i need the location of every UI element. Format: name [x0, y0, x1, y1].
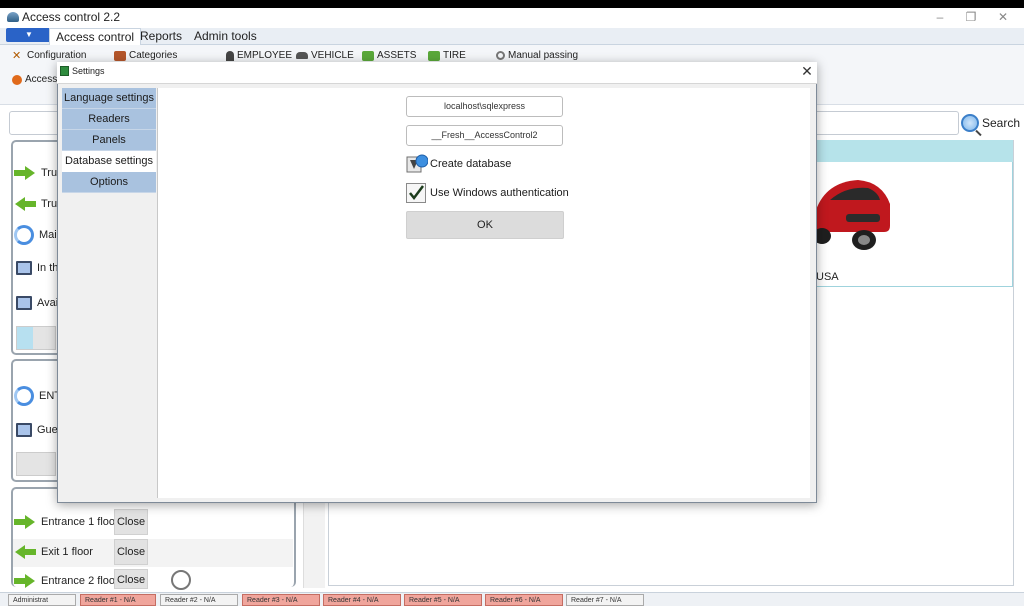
status-chip: Reader #5 - N/A [404, 594, 482, 606]
nav-database-settings[interactable]: Database settings [62, 151, 156, 172]
list-item[interactable]: Entrance 2 floor [14, 574, 119, 588]
search-button[interactable]: Search [961, 111, 1020, 135]
arrow-right-icon [14, 574, 36, 588]
list-item-label: Entrance 1 floor [41, 516, 119, 528]
arrow-right-icon [14, 515, 36, 529]
top-strip [0, 0, 1024, 8]
list-item[interactable]: Entrance 1 floor [14, 515, 119, 529]
assets-label: ASSETS [377, 50, 417, 61]
status-chip: Reader #6 - N/A [485, 594, 563, 606]
database-name-field[interactable]: __Fresh__AccessControl2 [406, 125, 563, 146]
nav-readers[interactable]: Readers [62, 109, 156, 130]
checkmark-icon [409, 185, 424, 201]
assets-button[interactable]: ASSETS [362, 50, 416, 61]
dropdown-arrow-icon: ▼ [25, 30, 33, 39]
categories-icon [114, 50, 126, 61]
close-door-button[interactable]: Close [114, 569, 148, 589]
assets-icon [362, 50, 374, 61]
create-database-icon[interactable] [406, 154, 429, 174]
status-chip: Reader #1 - N/A [80, 594, 156, 606]
search-icon [961, 114, 979, 132]
arrow-right-icon [14, 166, 36, 180]
status-chip: Reader #4 - N/A [323, 594, 401, 606]
arrow-left-icon [14, 545, 36, 559]
group-button[interactable] [16, 326, 56, 350]
server-field[interactable]: localhost\sqlexpress [406, 96, 563, 117]
list-item-label: Entrance 2 floor [41, 575, 119, 587]
status-chip: Reader #2 - N/A [160, 594, 238, 606]
manual-passing-button[interactable]: Manual passing [496, 50, 578, 61]
vehicle-card-text: USA [816, 271, 839, 283]
configuration-button[interactable]: ✕ Configuration [12, 50, 86, 61]
tab-admin-tools[interactable]: Admin tools [188, 28, 263, 45]
list-item-label: Exit 1 floor [41, 546, 93, 558]
list-item[interactable]: Exit 1 floor [14, 545, 93, 559]
list-item-label: Avai [37, 297, 59, 309]
app-icon [7, 12, 19, 22]
status-chip: Reader #7 - N/A [566, 594, 644, 606]
computer-icon [16, 296, 32, 310]
access-log-button[interactable]: Access l [12, 74, 62, 85]
list-item[interactable]: In th [16, 261, 58, 275]
add-icon[interactable] [171, 570, 191, 590]
vehicle-button[interactable]: VEHICLE [296, 50, 354, 61]
nav-panels[interactable]: Panels [62, 130, 156, 151]
ok-button[interactable]: OK [406, 211, 564, 239]
database-icon [406, 154, 429, 173]
list-item[interactable]: Mair [14, 225, 60, 245]
manual-passing-label: Manual passing [508, 50, 579, 61]
tire-label: TIRE [443, 50, 466, 61]
vehicle-label: VEHICLE [311, 50, 354, 61]
magnifier-icon [496, 51, 505, 60]
status-chip: Reader #3 - N/A [242, 594, 320, 606]
access-log-icon [12, 74, 22, 85]
window-close-button[interactable]: ✕ [993, 10, 1013, 24]
employee-label: EMPLOYEE [237, 50, 293, 61]
restore-button[interactable]: ❐ [961, 10, 981, 24]
windows-auth-checkbox[interactable] [406, 183, 426, 203]
tire-button[interactable]: TIRE [428, 50, 466, 61]
dialog-close-button[interactable]: ✕ [799, 63, 815, 80]
nav-language-settings[interactable]: Language settings [62, 88, 156, 109]
settings-nav: Language settings Readers Panels Databas… [62, 88, 156, 194]
settings-icon [60, 66, 69, 76]
progress-fill [17, 327, 33, 349]
sync-icon [14, 386, 34, 406]
list-item[interactable]: Truc [14, 197, 63, 211]
tools-icon: ✕ [12, 49, 22, 62]
app-menu-button[interactable]: ▼ [6, 28, 52, 42]
search-label: Search [982, 116, 1021, 130]
group-button[interactable] [16, 452, 56, 476]
computer-icon [16, 261, 32, 275]
computer-icon [16, 423, 32, 437]
vehicle-icon [296, 52, 308, 59]
tire-icon [428, 50, 440, 61]
categories-button[interactable]: Categories [114, 50, 177, 61]
configuration-label: Configuration [27, 50, 87, 61]
dialog-title-bar [57, 62, 817, 84]
close-door-button[interactable]: Close [114, 509, 148, 535]
car-image [812, 180, 890, 250]
settings-content [157, 88, 810, 498]
title-bar [0, 8, 1024, 28]
categories-label: Categories [129, 50, 178, 61]
list-item-label: In th [37, 262, 59, 274]
employee-icon [226, 50, 234, 61]
nav-options[interactable]: Options [62, 172, 156, 193]
arrow-left-icon [14, 197, 36, 211]
tab-access-control[interactable]: Access control [49, 28, 142, 45]
sync-icon [14, 225, 34, 245]
list-item[interactable]: ENT [14, 386, 61, 406]
list-item[interactable]: Avai [16, 296, 58, 310]
employee-button[interactable]: EMPLOYEE [226, 50, 292, 61]
dialog-title: Settings [72, 66, 105, 76]
windows-auth-label[interactable]: Use Windows authentication [430, 187, 569, 199]
window-title: Access control 2.2 [22, 10, 121, 24]
status-chip: Administrat [8, 594, 76, 606]
minimize-button[interactable]: – [930, 10, 950, 24]
list-item[interactable]: Truc [14, 166, 63, 180]
close-door-button[interactable]: Close [114, 539, 148, 565]
tab-reports[interactable]: Reports [134, 28, 188, 45]
create-database-label[interactable]: Create database [430, 158, 511, 170]
